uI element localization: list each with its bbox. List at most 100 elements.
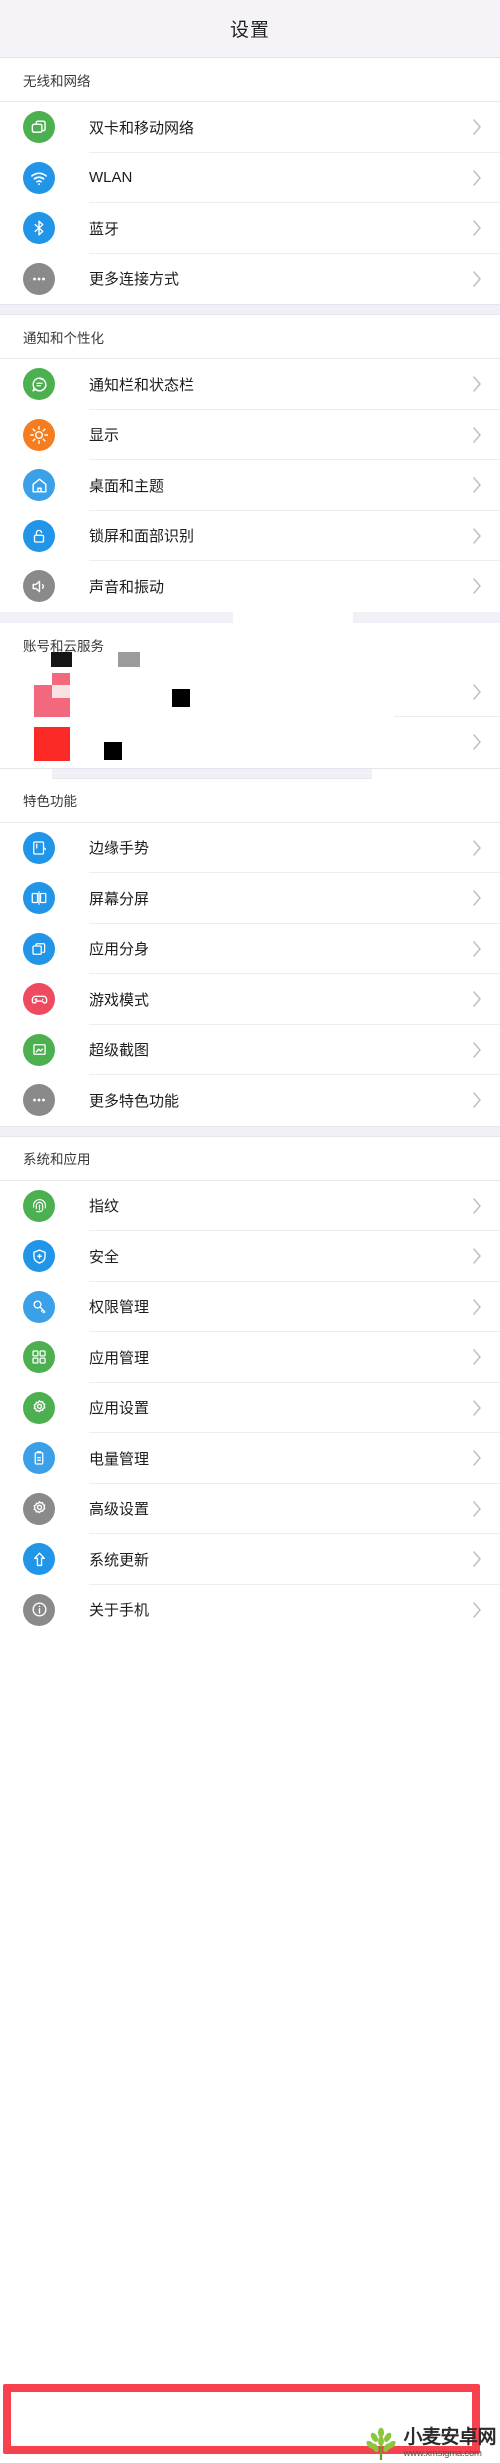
glitch-artifact-block xyxy=(104,742,122,760)
settings-row-label: 桌面和主题 xyxy=(89,477,165,495)
section-header-notification-and-personalization: 通知和个性化 xyxy=(0,315,500,359)
settings-row-wlan[interactable]: WLAN xyxy=(0,152,500,203)
chevron-right-icon xyxy=(472,941,482,957)
chevron-right-icon xyxy=(472,1198,482,1214)
home-icon xyxy=(23,469,55,502)
settings-row-label: WLAN xyxy=(89,169,133,187)
settings-row-notification-bar[interactable]: 通知栏和状态栏 xyxy=(0,359,500,410)
section-account-and-cloud: 账号和云服务 xyxy=(0,611,500,768)
chevron-right-icon xyxy=(472,991,482,1007)
settings-row-label: 应用设置 xyxy=(89,1400,150,1418)
chevron-right-icon xyxy=(472,477,482,493)
chevron-right-icon xyxy=(472,170,482,186)
chevron-right-icon xyxy=(472,1602,482,1618)
chevron-right-icon xyxy=(472,220,482,236)
settings-row-dual-sim[interactable]: 双卡和移动网络 xyxy=(0,102,500,153)
gear-icon xyxy=(23,1492,55,1525)
section-header-featured-functions: 特色功能 xyxy=(0,778,500,823)
chevron-right-icon xyxy=(472,427,482,443)
chevron-right-icon xyxy=(472,1299,482,1315)
settings-row-label: 锁屏和面部识别 xyxy=(89,528,195,546)
bluetooth-icon xyxy=(23,212,55,245)
settings-row-system-update[interactable]: 系统更新 xyxy=(0,1534,500,1585)
settings-row-label: 指纹 xyxy=(89,1198,120,1216)
chevron-right-icon xyxy=(472,119,482,135)
settings-row-permission-manager[interactable]: 权限管理 xyxy=(0,1281,500,1332)
settings-row-display[interactable]: 显示 xyxy=(0,409,500,460)
section-divider xyxy=(0,611,500,623)
settings-row-label: 应用分身 xyxy=(89,941,150,959)
settings-row-advanced-settings[interactable]: 高级设置 xyxy=(0,1483,500,1534)
apps-grid-icon xyxy=(23,1341,55,1374)
chevron-right-icon xyxy=(472,1551,482,1567)
section-title: 账号和云服务 xyxy=(23,638,104,654)
section-divider xyxy=(0,1125,500,1137)
glitch-artifact-block xyxy=(172,688,190,707)
section-divider xyxy=(0,767,500,780)
settings-row-lockscreen-and-face[interactable]: 锁屏和面部识别 xyxy=(0,510,500,561)
watermark-title: 小麦安卓网 xyxy=(403,2426,496,2448)
upload-arrow-icon xyxy=(23,1543,55,1576)
chevron-right-icon xyxy=(472,1248,482,1264)
info-icon xyxy=(23,1593,55,1626)
page-title: 设置 xyxy=(229,20,270,41)
settings-row-battery-manager[interactable]: 电量管理 xyxy=(0,1433,500,1484)
chevron-right-icon xyxy=(472,1400,482,1416)
settings-row-account-corrupted-1[interactable] xyxy=(0,666,500,717)
gear-icon xyxy=(23,1391,55,1424)
chevron-right-icon xyxy=(472,578,482,594)
section-header-account-and-cloud: 账号和云服务 xyxy=(0,622,500,670)
settings-row-label: 高级设置 xyxy=(89,1501,150,1519)
chevron-right-icon xyxy=(472,734,482,750)
settings-row-fingerprint[interactable]: 指纹 xyxy=(0,1180,500,1231)
fingerprint-icon xyxy=(23,1189,55,1222)
sim-card-icon xyxy=(23,111,55,144)
section-title: 特色功能 xyxy=(23,794,77,809)
watermark: 小麦安卓网 www.xmsigma.com xyxy=(362,2425,496,2461)
settings-row-label: 系统更新 xyxy=(89,1551,150,1569)
settings-row-about-phone[interactable]: 关于手机 xyxy=(0,1584,500,1635)
settings-row-app-settings[interactable]: 应用设置 xyxy=(0,1382,500,1433)
settings-row-label: 应用管理 xyxy=(89,1349,150,1367)
settings-row-more-connections[interactable]: 更多连接方式 xyxy=(0,253,500,304)
battery-icon xyxy=(23,1442,55,1475)
gamepad-icon xyxy=(23,983,55,1016)
glitch-artifact-block xyxy=(34,727,70,761)
settings-row-super-screenshot[interactable]: 超级截图 xyxy=(0,1024,500,1075)
settings-row-app-clone[interactable]: 应用分身 xyxy=(0,923,500,974)
settings-row-label: 声音和振动 xyxy=(89,578,165,596)
chevron-right-icon xyxy=(472,1501,482,1517)
settings-row-label: 显示 xyxy=(89,427,120,445)
settings-row-bluetooth[interactable]: 蓝牙 xyxy=(0,203,500,254)
key-icon xyxy=(23,1290,55,1323)
settings-row-label: 权限管理 xyxy=(89,1299,150,1317)
settings-row-account-corrupted-2[interactable] xyxy=(0,717,500,768)
more-dots-icon xyxy=(23,1084,55,1117)
glitch-artifact-block xyxy=(52,684,70,698)
chevron-right-icon xyxy=(472,271,482,287)
settings-row-game-mode[interactable]: 游戏模式 xyxy=(0,974,500,1025)
settings-row-label: 边缘手势 xyxy=(89,840,150,858)
chevron-right-icon xyxy=(472,1450,482,1466)
chevron-right-icon xyxy=(472,528,482,544)
wheat-icon xyxy=(362,2425,400,2461)
edge-gesture-icon xyxy=(23,831,55,864)
settings-row-label: 屏幕分屏 xyxy=(89,890,150,908)
settings-row-label: 双卡和移动网络 xyxy=(89,119,195,137)
settings-row-label: 蓝牙 xyxy=(89,220,120,238)
settings-row-app-manager[interactable]: 应用管理 xyxy=(0,1332,500,1383)
settings-row-home-and-theme[interactable]: 桌面和主题 xyxy=(0,460,500,511)
split-screen-icon xyxy=(23,882,55,915)
section-header-wireless-and-network: 无线和网络 xyxy=(0,58,500,102)
settings-row-security[interactable]: 安全 xyxy=(0,1231,500,1282)
speaker-icon xyxy=(23,570,55,603)
settings-row-sound-and-vibration[interactable]: 声音和振动 xyxy=(0,561,500,612)
settings-row-split-screen[interactable]: 屏幕分屏 xyxy=(0,873,500,924)
chevron-right-icon xyxy=(472,840,482,856)
settings-row-label: 游戏模式 xyxy=(89,991,150,1009)
settings-row-label: 关于手机 xyxy=(89,1602,150,1620)
settings-row-more-featured[interactable]: 更多特色功能 xyxy=(0,1075,500,1126)
settings-row-edge-gesture[interactable]: 边缘手势 xyxy=(0,822,500,873)
settings-row-label: 超级截图 xyxy=(89,1042,150,1060)
settings-row-label: 更多连接方式 xyxy=(89,271,180,289)
